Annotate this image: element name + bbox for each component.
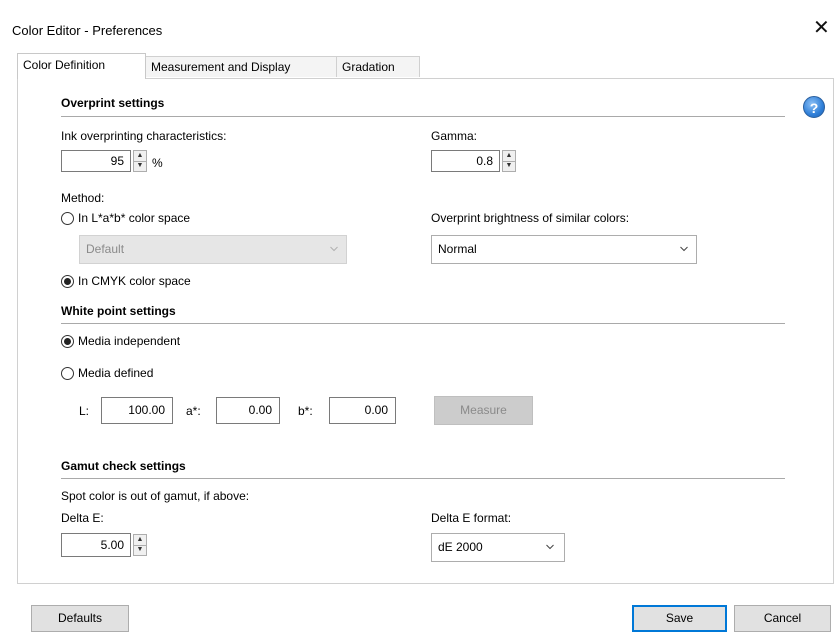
divider	[61, 116, 785, 117]
lab-method-value: Default	[86, 242, 125, 256]
lab-method-dropdown: Default	[79, 235, 347, 264]
delta-e-label: Delta E:	[61, 511, 104, 525]
media-defined-label[interactable]: Media defined	[78, 366, 153, 380]
a-input[interactable]: 0.00	[216, 397, 280, 424]
delta-e-format-dropdown[interactable]: dE 2000	[431, 533, 565, 562]
media-defined-radio[interactable]	[61, 367, 74, 380]
cmyk-radio-label[interactable]: In CMYK color space	[78, 274, 191, 288]
brightness-label: Overprint brightness of similar colors:	[431, 211, 630, 225]
l-label: L:	[79, 404, 90, 418]
cancel-button[interactable]: Cancel	[734, 605, 831, 632]
chevron-down-icon	[680, 246, 688, 252]
delta-e-format-label: Delta E format:	[431, 511, 512, 525]
media-independent-label[interactable]: Media independent	[78, 334, 180, 348]
brightness-value: Normal	[438, 242, 477, 256]
spin-down-icon[interactable]: ▼	[134, 545, 146, 555]
ink-overprinting-input[interactable]: 95	[61, 150, 131, 172]
help-icon[interactable]: ?	[803, 96, 825, 118]
b-label: b*:	[298, 404, 313, 418]
save-button[interactable]: Save	[632, 605, 727, 632]
media-independent-radio[interactable]	[61, 335, 74, 348]
divider	[61, 478, 785, 479]
delta-e-spinner[interactable]: ▲ ▼	[133, 534, 147, 556]
section-heading-overprint: Overprint settings	[61, 96, 165, 110]
delta-e-format-value: dE 2000	[438, 540, 483, 554]
defaults-button[interactable]: Defaults	[31, 605, 129, 632]
gamut-description: Spot color is out of gamut, if above:	[61, 489, 250, 503]
b-input[interactable]: 0.00	[329, 397, 396, 424]
delta-e-input[interactable]: 5.00	[61, 533, 131, 557]
close-icon[interactable]: ✕	[813, 18, 830, 38]
method-label: Method:	[61, 191, 105, 205]
gamma-label: Gamma:	[431, 129, 478, 143]
spin-down-icon[interactable]: ▼	[134, 161, 146, 171]
tab-color-definition[interactable]: Color Definition	[17, 53, 146, 79]
lab-radio[interactable]	[61, 212, 74, 225]
tab-measurement-display[interactable]: Measurement and Display	[145, 56, 337, 77]
ink-unit-label: %	[152, 156, 163, 170]
chevron-down-icon	[330, 246, 338, 252]
spin-down-icon[interactable]: ▼	[503, 161, 515, 171]
section-heading-white-point: White point settings	[61, 304, 176, 318]
tab-gradation[interactable]: Gradation	[336, 56, 420, 77]
lab-radio-label[interactable]: In L*a*b* color space	[78, 211, 190, 225]
ink-overprinting-label: Ink overprinting characteristics:	[61, 129, 227, 143]
divider	[61, 323, 785, 324]
chevron-down-icon	[546, 544, 554, 550]
section-heading-gamut: Gamut check settings	[61, 459, 186, 473]
measure-button: Measure	[434, 396, 533, 425]
ink-overprinting-spinner[interactable]: ▲ ▼	[133, 150, 147, 172]
l-input[interactable]: 100.00	[101, 397, 173, 424]
brightness-dropdown[interactable]: Normal	[431, 235, 697, 264]
cmyk-radio[interactable]	[61, 275, 74, 288]
gamma-spinner[interactable]: ▲ ▼	[502, 150, 516, 172]
gamma-input[interactable]: 0.8	[431, 150, 500, 172]
window-title: Color Editor - Preferences	[12, 23, 163, 38]
title-bar: Color Editor - Preferences ✕	[0, 0, 836, 46]
a-label: a*:	[186, 404, 201, 418]
